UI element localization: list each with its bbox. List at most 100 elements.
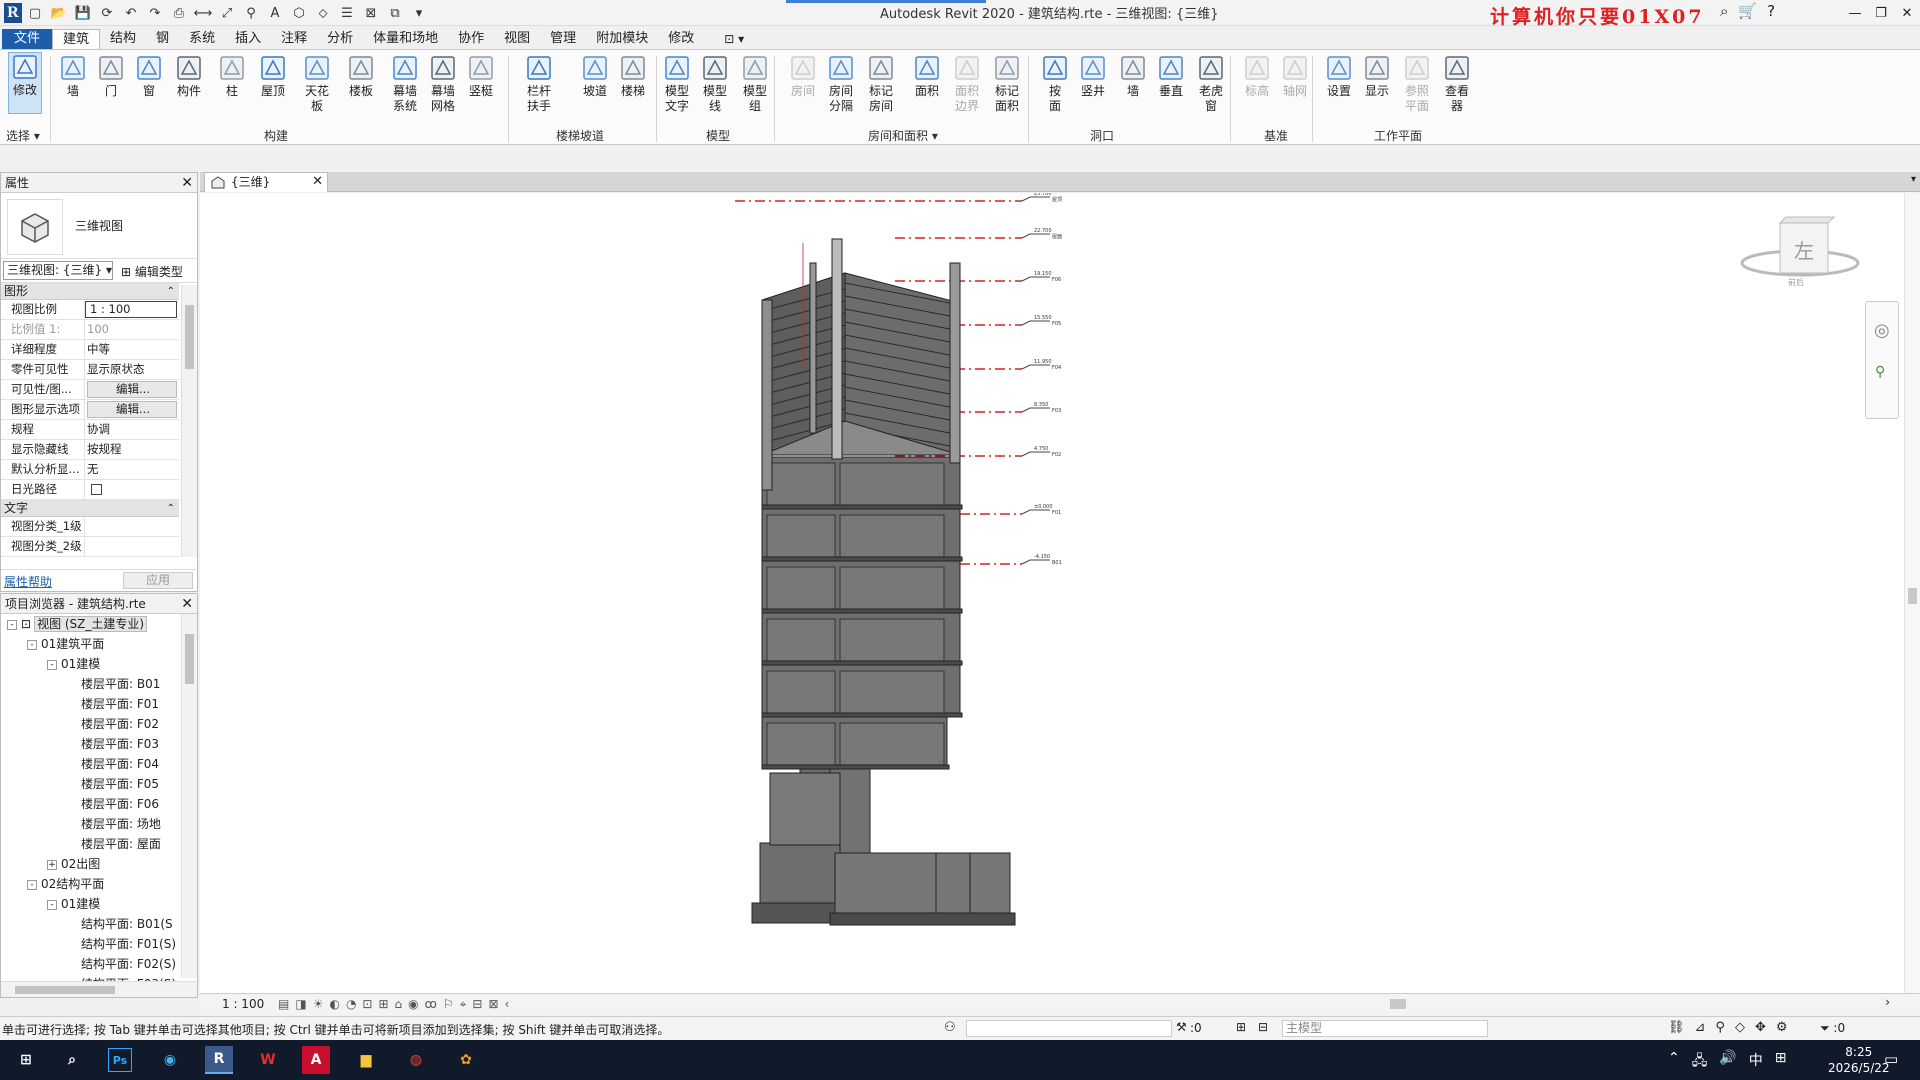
drawing-canvas[interactable]: 25.700 屋顶 22.700 屋面 19.150 F06 15.550 F05 11.950… <box>200 193 1920 993</box>
notification-icon[interactable]: ▭ <box>1884 1050 1898 1068</box>
clock[interactable]: 8:25 2026/5/22 <box>1828 1044 1890 1076</box>
property-value[interactable]: 按规程 <box>85 440 179 459</box>
design-option-combo[interactable]: 主模型 <box>1282 1020 1488 1037</box>
ribbon-panel-label[interactable]: 模型 <box>706 127 730 144</box>
crop-icon[interactable]: ⊡ <box>362 997 372 1012</box>
new-file-icon[interactable]: ▢ <box>24 2 46 24</box>
temp-hide-icon[interactable]: ◉ <box>408 997 418 1012</box>
browser-node[interactable]: 楼层平面: F02 <box>1 714 183 734</box>
browser-node[interactable]: -01建模 <box>1 654 183 674</box>
ribbon-button-24[interactable]: 按面 <box>1038 54 1072 114</box>
collapse-icon[interactable]: ⌃ <box>167 283 175 300</box>
ribbon-button-26[interactable]: 墙 <box>1116 54 1150 99</box>
property-value[interactable]: 1 : 100 <box>85 301 177 318</box>
property-value[interactable] <box>85 480 179 499</box>
scroll-thumb[interactable] <box>1908 588 1917 604</box>
scroll-thumb[interactable] <box>185 634 194 684</box>
property-value[interactable]: 编辑... <box>87 381 177 398</box>
network-icon[interactable]: 🖧 <box>1692 1050 1708 1074</box>
scroll-right-icon[interactable]: › <box>1885 995 1890 1009</box>
checkbox[interactable] <box>91 484 102 495</box>
browser-node[interactable]: 楼层平面: F04 <box>1 754 183 774</box>
ribbon-button-19[interactable]: 房间 分隔 <box>824 54 858 114</box>
save-icon[interactable]: 💾 <box>72 2 94 24</box>
detail-level-icon[interactable]: ▤ <box>278 997 289 1012</box>
tab-1[interactable]: 建筑 <box>52 29 101 49</box>
ribbon-button-12[interactable]: 栏杆扶手 <box>522 54 556 114</box>
property-value[interactable] <box>85 537 179 556</box>
redo-icon[interactable]: ↷ <box>144 2 166 24</box>
select-by-face-icon[interactable]: ◇ <box>1735 1020 1745 1035</box>
browser-node[interactable]: -02结构平面 <box>1 874 183 894</box>
ime-indicator[interactable]: 中 <box>1749 1050 1763 1074</box>
workset-combo[interactable] <box>966 1020 1172 1037</box>
show-crop-icon[interactable]: ⊞ <box>378 997 388 1012</box>
revit-logo-icon[interactable]: R <box>4 3 22 23</box>
ribbon-button-30[interactable]: 轴网 <box>1278 54 1312 99</box>
ribbon-button-34[interactable]: 查看器 <box>1440 54 1474 114</box>
customize-qat-icon[interactable]: ▾ <box>408 2 430 24</box>
select-pinned-icon[interactable]: ⚲ <box>1715 1020 1725 1035</box>
chevron-up-icon[interactable]: ⌃ <box>1668 1050 1680 1074</box>
property-value[interactable]: 显示原状态 <box>85 360 179 379</box>
render-icon[interactable]: ◔ <box>346 997 356 1012</box>
browser-node[interactable]: - ⊡ 视图 (SZ_土建专业) <box>1 614 183 634</box>
ribbon-button-33[interactable]: 参照 平面 <box>1400 54 1434 114</box>
print-icon[interactable]: ⎙ <box>168 2 190 24</box>
tab-10[interactable]: 视图 <box>494 29 540 49</box>
ribbon-button-8[interactable]: 楼板 <box>344 54 378 99</box>
reveal-hidden-icon[interactable]: ꝏ <box>425 997 437 1012</box>
ribbon-button-13[interactable]: 坡道 <box>578 54 612 99</box>
close-button[interactable]: ✕ <box>1894 0 1920 26</box>
ribbon-panel-label[interactable]: 洞口 <box>1090 127 1114 144</box>
select-underlay-icon[interactable]: ⊿ <box>1695 1020 1706 1035</box>
revit-taskbar-icon[interactable]: R <box>205 1046 233 1074</box>
close-icon[interactable]: ✕ <box>181 173 193 193</box>
drag-elements-icon[interactable]: ✥ <box>1755 1020 1766 1035</box>
tag-icon[interactable]: ⚲ <box>240 2 262 24</box>
ribbon-panel-label[interactable]: 构建 <box>264 127 288 144</box>
app-icon[interactable]: ✿ <box>452 1046 480 1074</box>
contextual-tab-icon[interactable]: ⊡ ▾ <box>724 32 744 46</box>
tab-12[interactable]: 附加模块 <box>586 29 658 49</box>
viewcube[interactable]: 左 前后 <box>1740 213 1860 293</box>
scroll-thumb[interactable] <box>1390 999 1406 1009</box>
select-links-icon[interactable]: ⛓ <box>1668 1020 1685 1035</box>
tab-7[interactable]: 分析 <box>317 29 363 49</box>
worksharing-icon[interactable]: ⚐ <box>443 997 454 1012</box>
ribbon-button-4[interactable]: 构件 <box>172 54 206 99</box>
options-icon[interactable]: ⊟ <box>1258 1020 1268 1034</box>
property-value[interactable]: 无 <box>85 460 179 479</box>
browser-node[interactable]: 楼层平面: F03 <box>1 734 183 754</box>
wps-icon[interactable]: W <box>254 1046 282 1074</box>
tab-2[interactable]: 结构 <box>100 29 146 49</box>
switch-windows-icon[interactable]: ⧉ <box>384 2 406 24</box>
browser-node[interactable]: 楼层平面: B01 <box>1 674 183 694</box>
acrobat-icon[interactable]: A <box>302 1046 330 1074</box>
photoshop-icon[interactable]: Ps <box>108 1048 132 1072</box>
browser-node[interactable]: 楼层平面: 屋面 <box>1 834 183 854</box>
canvas-vscrollbar[interactable] <box>1904 193 1920 993</box>
collapse-icon[interactable]: - <box>27 879 37 890</box>
visual-style-icon[interactable]: ◨ <box>295 997 306 1012</box>
collapse-icon[interactable]: - <box>47 899 57 910</box>
collapse-icon[interactable]: ⌃ <box>167 500 175 517</box>
thin-lines-icon[interactable]: ☰ <box>336 2 358 24</box>
ribbon-button-25[interactable]: 竖井 <box>1076 54 1110 99</box>
ribbon-button-21[interactable]: 面积 <box>910 54 944 99</box>
shadows-icon[interactable]: ◐ <box>329 997 339 1012</box>
edit-type-button[interactable]: ⊞ 编辑类型 <box>121 263 183 280</box>
dimension-icon[interactable]: ⤢ <box>216 2 238 24</box>
property-value[interactable]: 中等 <box>85 340 179 359</box>
browser-node[interactable]: 楼层平面: F05 <box>1 774 183 794</box>
view-tab-3d[interactable]: {三维} ✕ <box>204 172 328 192</box>
search-icon[interactable]: ⌕ <box>1720 2 1728 20</box>
ribbon-button-31[interactable]: 设置 <box>1322 54 1356 99</box>
ribbon-button-6[interactable]: 屋顶 <box>256 54 290 99</box>
browser-node[interactable]: 楼层平面: F01 <box>1 694 183 714</box>
sync-icon[interactable]: ⟳ <box>96 2 118 24</box>
close-hidden-icon[interactable]: ⊠ <box>360 2 382 24</box>
workset-icon[interactable]: ⚇ <box>944 1020 956 1035</box>
text-icon[interactable]: A <box>264 2 286 24</box>
ribbon-button-27[interactable]: 垂直 <box>1154 54 1188 99</box>
